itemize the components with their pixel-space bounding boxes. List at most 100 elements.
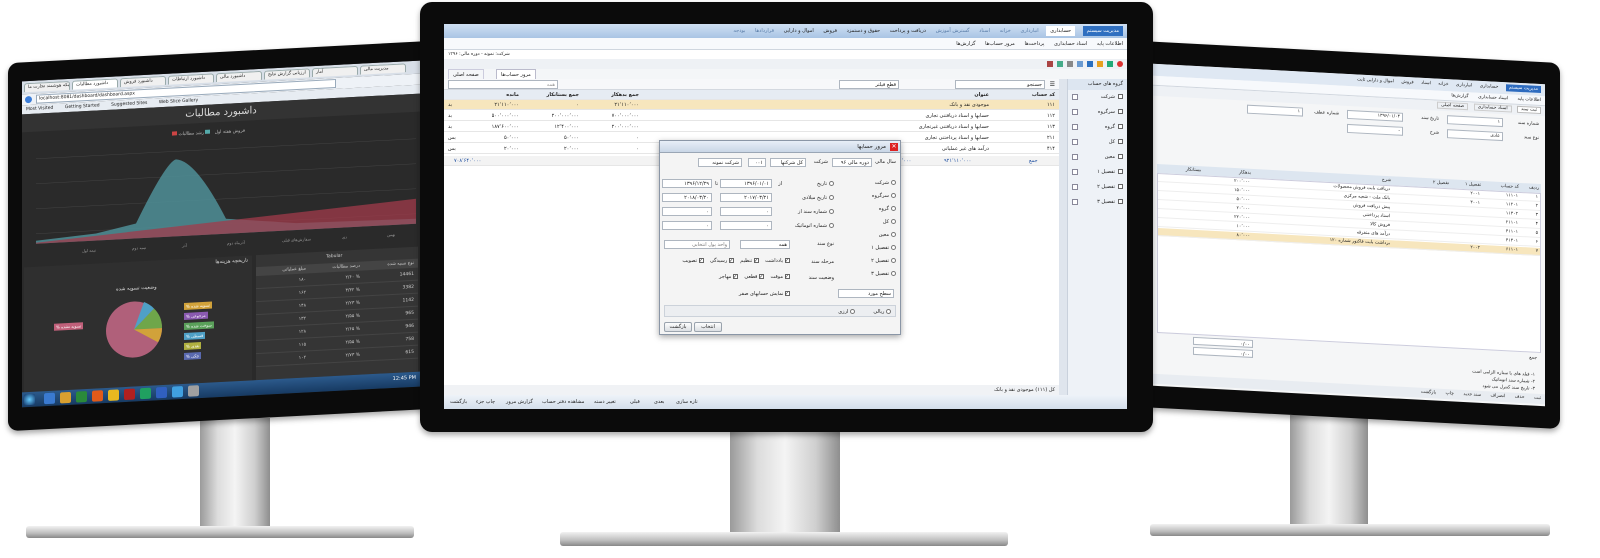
menu-icon[interactable]: ☰ (1050, 81, 1055, 88)
refresh-button[interactable]: تازه سازی (676, 395, 698, 409)
level-item[interactable]: شرکت (1068, 90, 1127, 105)
range-radio[interactable]: شماره اتوماتیک (774, 221, 834, 235)
checkbox-icon[interactable] (1118, 184, 1123, 189)
app-icon[interactable] (188, 385, 199, 397)
radio-icon[interactable] (891, 219, 896, 224)
radio-icon[interactable] (891, 206, 896, 211)
auto-from[interactable]: ۰ (720, 221, 772, 230)
toolbar-button[interactable]: حذف (1515, 395, 1525, 401)
submenu-item[interactable]: پرداخت‌ها (1024, 41, 1044, 47)
chrome-icon[interactable] (108, 389, 119, 401)
checkbox-icon[interactable] (1118, 94, 1123, 99)
menu-item[interactable]: انبارداری (1020, 28, 1038, 34)
to-gregorian[interactable]: ۲۰۱۸/۰۳/۲۰ (662, 193, 712, 202)
folder-icon[interactable] (1097, 61, 1103, 67)
company-select[interactable]: کل شرکتها (770, 158, 806, 167)
app-icon[interactable] (156, 386, 167, 399)
doc-to[interactable]: ۰ (662, 207, 712, 216)
excel-icon[interactable] (1057, 61, 1063, 67)
print-button[interactable]: چاپ جزء (476, 395, 495, 409)
save-icon[interactable] (1087, 61, 1093, 67)
level-item[interactable]: گروه (1068, 120, 1127, 135)
checkbox-icon[interactable]: ✓ (785, 274, 790, 280)
previous-button[interactable]: قبلی (630, 395, 640, 409)
level-item[interactable]: معین (1068, 150, 1127, 165)
browser-tab[interactable]: ارزیابی گزارش نتایج (264, 68, 310, 80)
level-radio[interactable]: شرکت (848, 177, 896, 190)
checkbox-icon[interactable]: ✓ (699, 258, 704, 264)
ie-icon[interactable] (44, 392, 55, 405)
ledger-button[interactable]: مشاهده دفتر حساب (542, 395, 584, 409)
check-option[interactable]: ✓مهاجر (719, 274, 739, 280)
level-radio[interactable]: معین (848, 229, 896, 242)
radio-icon[interactable] (829, 195, 834, 200)
start-orb-icon[interactable] (24, 393, 35, 406)
back-icon[interactable] (25, 95, 32, 104)
submenu-item[interactable]: گزارش‌ها (1451, 93, 1468, 99)
change-level-button[interactable]: تغییر دسته (594, 395, 616, 409)
toolbar-button[interactable]: انصراف (1490, 393, 1505, 399)
level-radio[interactable]: تفصیل ۱ (848, 242, 896, 255)
browser-tab[interactable]: داشبورد فروش (120, 75, 166, 88)
bookmark-link[interactable]: Most Visited (26, 106, 53, 112)
fiscal-year-select[interactable]: دوره مالی ۹۶ (832, 158, 872, 167)
level-radio[interactable]: تفصیل ۲ (848, 255, 896, 268)
expand-icon[interactable] (1072, 139, 1078, 145)
report-button[interactable]: گزارش مرور (506, 395, 533, 409)
radio-icon[interactable] (891, 193, 896, 198)
checkbox-icon[interactable] (1118, 154, 1123, 159)
expand-icon[interactable] (1072, 94, 1078, 100)
check-option[interactable]: ✓یادداشت (765, 258, 790, 264)
doc-from[interactable]: ۰ (720, 207, 772, 216)
check-option[interactable]: ✓قطعی (744, 274, 765, 280)
toolbar-button[interactable]: چاپ (1446, 391, 1454, 396)
menu-item[interactable]: حسابداری (1046, 26, 1076, 36)
expand-icon[interactable] (1072, 199, 1078, 205)
level-radio[interactable]: گروه (848, 203, 896, 216)
checkbox-icon[interactable] (1118, 109, 1123, 114)
search-input[interactable]: جستجو (955, 80, 1045, 89)
radio-icon[interactable] (829, 223, 834, 228)
field-input[interactable]: - (1347, 123, 1403, 136)
level-item[interactable]: تفصیل ۲ (1068, 180, 1127, 195)
from-gregorian[interactable]: ۲۰۱۷/۰۳/۲۱ (720, 193, 772, 202)
checkbox-icon[interactable]: ✓ (785, 258, 790, 264)
level-radio[interactable]: کل (848, 216, 896, 229)
collapse-strip[interactable] (1059, 79, 1067, 395)
check-option[interactable]: ✓رسیدگی (710, 258, 735, 264)
ok-button[interactable]: انتخاب (694, 322, 722, 332)
menu-item[interactable]: اسناد (979, 28, 990, 34)
firefox-icon[interactable] (92, 390, 103, 402)
browser-tab[interactable]: آمار (312, 65, 358, 78)
submenu-item[interactable]: اسناد حسابداری (1478, 95, 1508, 102)
menu-item[interactable]: خزانه (1000, 28, 1011, 34)
menu-item[interactable]: اموال و دارایی ثابت (1357, 77, 1394, 84)
doc-type-select[interactable]: همه (740, 240, 790, 249)
level-item[interactable]: تفصیل ۳ (1068, 195, 1127, 210)
browser-tab[interactable]: داشبورد مطالبات (72, 78, 118, 90)
cancel-button[interactable]: بازگشت (664, 322, 692, 332)
checkbox-icon[interactable]: ✓ (733, 274, 739, 280)
rial-option[interactable]: ریالی (873, 309, 891, 315)
range-radio[interactable]: تاریخ میلادی (774, 193, 834, 207)
menu-item[interactable]: اموال و دارایی (784, 28, 814, 34)
menu-item[interactable]: خزانه (1438, 82, 1448, 88)
browser-tab[interactable]: داشبورد مالی (216, 70, 262, 83)
menu-item[interactable]: فروش (823, 28, 837, 34)
menu-item[interactable]: اسناد (1421, 81, 1431, 87)
ordering-select[interactable]: قطع فیلتر (839, 80, 899, 89)
table-tab[interactable]: Tabular (326, 254, 342, 260)
check-option[interactable]: ✓تنظیم (740, 258, 760, 264)
back-button[interactable]: بازگشت (450, 395, 467, 409)
checkbox-icon[interactable]: ✓ (754, 258, 760, 264)
show-zero-option[interactable]: ✓ نمایش حسابهای صفر (739, 291, 790, 297)
submenu-item[interactable]: اطلاعات پایه (1097, 41, 1123, 47)
menu-item[interactable]: انبارداری (1456, 83, 1472, 89)
checkbox-icon[interactable] (1118, 139, 1123, 144)
level-select[interactable]: سطح مورد (838, 289, 894, 298)
range-radio[interactable]: تاریخ (774, 179, 834, 193)
app-icon[interactable] (140, 387, 151, 400)
grid-icon[interactable] (1077, 61, 1083, 67)
table-row[interactable]: ۱۱۳ حسابها و اسناد دریافتنی غیرتجاری ۲۰۰٬۰… (444, 122, 1059, 132)
menu-item[interactable]: فروش (1401, 80, 1413, 86)
